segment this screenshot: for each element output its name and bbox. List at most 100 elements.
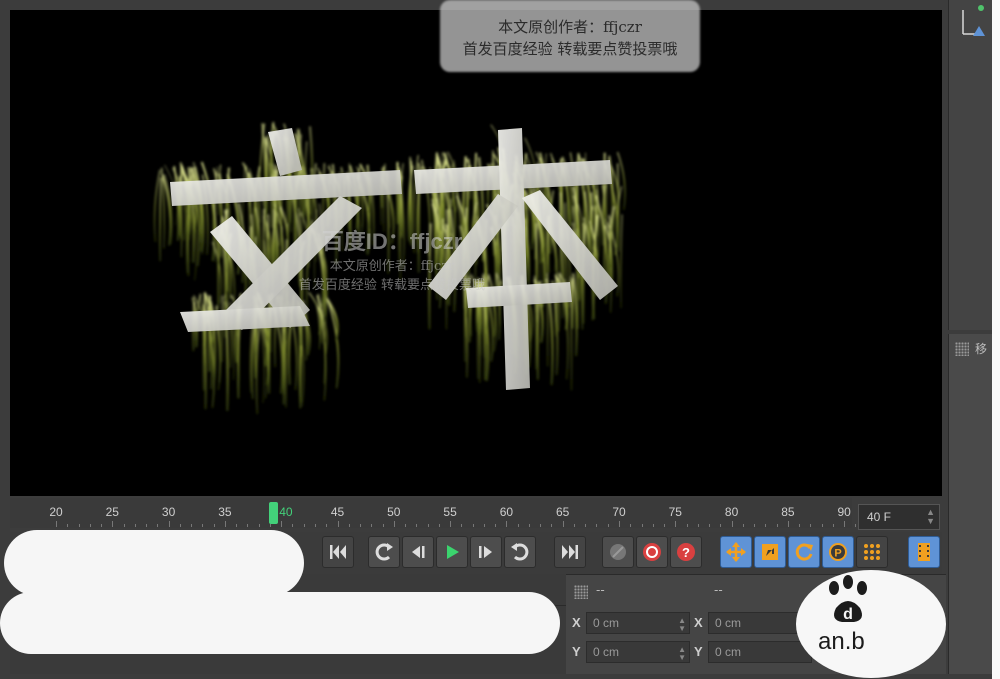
timeline-tick — [675, 521, 677, 527]
timeline-tick — [731, 521, 733, 527]
timeline-tick-label: 90 — [837, 505, 851, 519]
timeline-tick — [292, 524, 294, 527]
step-back-icon — [412, 546, 425, 558]
timeline-tick — [101, 524, 103, 527]
hair-strand — [620, 214, 623, 309]
watermark-mid-notice: 首发百度经验 转载要点赞投票哦 — [298, 278, 486, 293]
axis-gizmo-icon — [962, 5, 985, 36]
keyframe-selection-button[interactable]: ? — [670, 536, 702, 568]
timeline-tick — [754, 524, 756, 527]
svg-text:P: P — [834, 548, 841, 560]
autokey-button[interactable] — [636, 536, 668, 568]
timeline-tick — [360, 524, 362, 527]
timeline-tick — [506, 521, 508, 527]
goto-prev-key-button[interactable] — [368, 536, 400, 568]
dots-grid-icon — [864, 544, 880, 560]
timeline-tick — [720, 524, 722, 527]
next-frame-button[interactable] — [470, 536, 502, 568]
key-parameter-button[interactable]: P — [822, 536, 854, 568]
next-key-icon — [511, 543, 529, 561]
current-frame-label: 40 — [279, 505, 293, 519]
watermark-id: 百度ID：ffjczr — [321, 229, 463, 254]
record-keys-button[interactable] — [602, 536, 634, 568]
paw-icon: d — [829, 575, 867, 623]
scheme-button[interactable] — [908, 536, 940, 568]
timeline-tick — [573, 524, 575, 527]
key-pla-button[interactable] — [856, 536, 888, 568]
timeline-tick — [303, 524, 305, 527]
timeline-tick — [314, 524, 316, 527]
baidu-logo: d an.b — [790, 566, 950, 679]
object-manager-panel[interactable] — [948, 0, 992, 330]
timeline-tick — [585, 524, 587, 527]
goto-next-key-button[interactable] — [504, 536, 536, 568]
attributes-panel[interactable]: 移 — [948, 334, 992, 674]
timeline-tick — [776, 524, 778, 527]
timeline-tick — [56, 521, 57, 527]
play-forward-button[interactable] — [436, 536, 468, 568]
prev-key-icon — [375, 543, 393, 561]
current-frame-field[interactable]: 40 F ▲ ▼ — [858, 504, 940, 530]
timeline-tick — [540, 524, 542, 527]
timeline-tick — [405, 524, 407, 527]
timeline-tick — [382, 524, 384, 527]
prev-frame-button[interactable] — [402, 536, 434, 568]
step-forward-icon — [479, 546, 492, 558]
timeline-tick — [607, 524, 609, 527]
key-scale-button[interactable] — [754, 536, 786, 568]
timeline-tick — [269, 524, 271, 527]
timeline-tick — [168, 521, 170, 527]
goto-start-button[interactable] — [322, 536, 354, 568]
timeline-tick-label: 45 — [330, 505, 345, 519]
timeline-tick — [619, 521, 620, 527]
help-icon: ? — [677, 543, 695, 561]
logo-text: an.b — [818, 628, 865, 655]
x-position-field[interactable]: 0 cm ▲ ▼ — [586, 612, 690, 634]
timeline-tick — [664, 524, 666, 527]
skip-start-icon — [330, 545, 346, 559]
svg-text:?: ? — [682, 545, 690, 560]
watermark-overlay: 百度ID：ffjczr 本文原创作者：ffjczr 首发百度经验 转载要点赞投票… — [262, 229, 522, 342]
watermark-author: 本文原创作者：ffjczr — [498, 18, 642, 36]
key-position-button[interactable] — [720, 536, 752, 568]
svg-text:d: d — [843, 606, 853, 623]
stepper-arrows-icon[interactable]: ▲ ▼ — [926, 508, 935, 526]
timeline-tick — [562, 521, 564, 527]
timeline-tick — [258, 524, 260, 527]
hair-strand — [208, 295, 212, 372]
timeline-tick-label: 60 — [499, 505, 514, 519]
grip-icon[interactable] — [574, 585, 588, 599]
y-axis-label: Y — [572, 644, 581, 659]
timeline-tick — [686, 524, 688, 527]
timeline-tick — [224, 521, 226, 527]
goto-end-button[interactable] — [554, 536, 586, 568]
timeline-tick — [742, 524, 744, 527]
y-position-field[interactable]: 0 cm ▲ ▼ — [586, 641, 690, 663]
stepper-arrows-icon[interactable]: ▲ ▼ — [678, 646, 686, 662]
timeline-tick — [67, 524, 69, 527]
timeline-tick — [832, 524, 834, 527]
timeline-tick — [326, 524, 328, 527]
x-axis-label: X — [572, 615, 581, 630]
timeline-tick-label: 85 — [781, 505, 795, 519]
y-size-label: Y — [694, 644, 703, 659]
play-icon — [447, 545, 459, 559]
cinema4d-window: 本文原创作者：ffjczr 首发百度经验 转载要点赞投票哦 百度ID：ffjcz… — [0, 0, 1000, 679]
timeline-tick — [765, 524, 767, 527]
attributes-tab-label[interactable]: 移 — [975, 340, 987, 357]
stepper-arrows-icon[interactable]: ▲ ▼ — [678, 617, 686, 633]
timeline-tick — [213, 524, 215, 527]
redaction-blob — [0, 592, 560, 654]
redaction-blob — [4, 530, 304, 596]
position-header: -- — [596, 583, 605, 597]
key-rotation-button[interactable] — [788, 536, 820, 568]
playhead-marker[interactable] — [269, 502, 279, 524]
move-arrows-icon — [726, 542, 746, 562]
grip-icon[interactable] — [955, 342, 969, 356]
scale-icon — [762, 544, 778, 560]
timeline-tick-label: 75 — [668, 505, 682, 519]
y-position-value: 0 cm — [593, 645, 620, 659]
timeline-ruler[interactable]: 20 25 30 35 45 50 55 60 65 70 75 80 85 90 40 — [10, 498, 891, 528]
hair-strand — [153, 169, 161, 242]
timeline-tick — [78, 524, 80, 527]
